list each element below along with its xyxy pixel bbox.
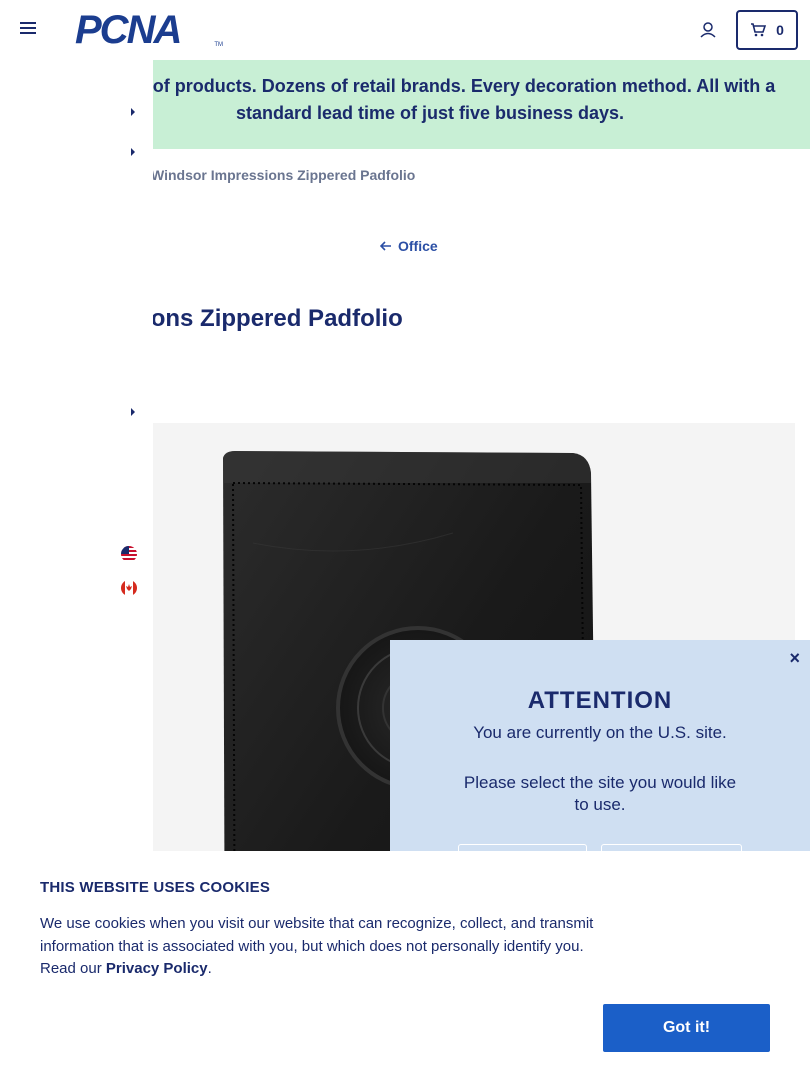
pcna-logo[interactable]: PCNA TM	[75, 10, 223, 50]
cookie-period: .	[207, 960, 212, 977]
dialog-title: ATTENTION	[527, 687, 673, 714]
chevron-right-icon[interactable]	[128, 107, 138, 117]
back-to-category-link[interactable]: Office	[380, 238, 438, 254]
back-link-label: Office	[398, 238, 438, 254]
cart-button[interactable]: 0	[736, 10, 798, 50]
cookie-text: We use cookies when you visit our websit…	[40, 913, 600, 981]
cookie-title: THIS WEBSITE USES COOKIES	[40, 879, 271, 896]
account-icon[interactable]	[698, 20, 718, 40]
canada-flag-icon[interactable]	[121, 580, 137, 596]
logo-text: PCNA	[75, 8, 182, 52]
dialog-message: You are currently on the U.S. site.	[473, 723, 727, 742]
privacy-policy-link[interactable]: Privacy Policy	[106, 960, 208, 977]
arrow-left-icon	[380, 241, 391, 251]
cart-icon	[751, 23, 767, 37]
chevron-right-icon[interactable]	[128, 407, 138, 417]
chevron-right-icon[interactable]	[128, 147, 138, 157]
promo-banner-text: usands of products. Dozens of retail bra…	[84, 76, 776, 123]
dialog-question: Please select the site you would like to…	[463, 773, 737, 814]
cookie-banner: THIS WEBSITE USES COOKIES We use cookies…	[0, 851, 810, 1080]
site-header: PCNA TM 0	[0, 0, 810, 60]
hamburger-icon[interactable]	[20, 22, 36, 38]
logo-trademark: TM	[214, 42, 223, 48]
got-it-button[interactable]: Got it!	[603, 1004, 770, 1052]
cart-count: 0	[776, 22, 784, 38]
us-flag-icon[interactable]	[121, 546, 137, 562]
close-icon[interactable]: ×	[789, 648, 800, 669]
page: usands of products. Dozens of retail bra…	[0, 0, 810, 1080]
breadcrumb[interactable]: Windsor Impressions Zippered Padfolio	[151, 167, 415, 183]
